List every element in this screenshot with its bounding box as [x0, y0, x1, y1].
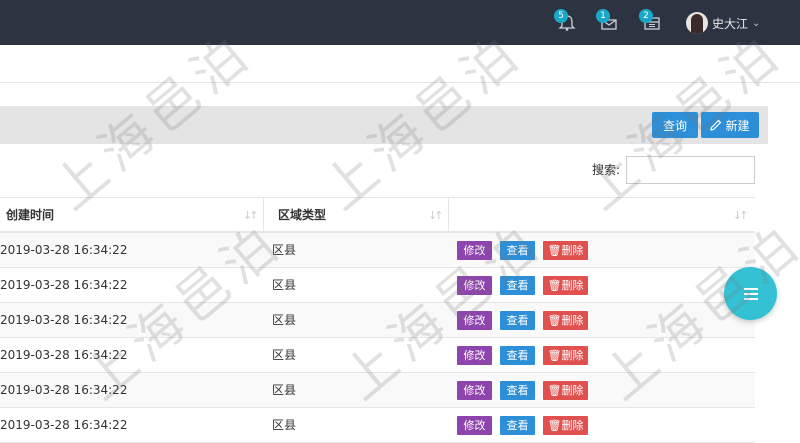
- area-type-cell: 区县: [272, 278, 297, 292]
- task-count-badge: 2: [639, 9, 653, 23]
- search-label: 搜索:: [592, 163, 621, 177]
- edit-button[interactable]: 修改: [457, 416, 492, 435]
- sort-icon[interactable]: ↓↑: [428, 210, 444, 221]
- notifications-button[interactable]: 5: [554, 9, 582, 37]
- user-menu[interactable]: 史大江 ⌄: [686, 11, 760, 35]
- view-button[interactable]: 查看: [500, 311, 535, 330]
- edit-button[interactable]: 修改: [457, 241, 492, 260]
- area-type-cell: 区县: [272, 243, 297, 257]
- column-header-created-time[interactable]: 创建时间: [6, 198, 54, 232]
- delete-button[interactable]: 🗑删除: [543, 346, 588, 365]
- sort-icon[interactable]: ↓↑: [733, 210, 749, 221]
- edit-button[interactable]: 修改: [457, 276, 492, 295]
- messages-button[interactable]: 1: [596, 9, 624, 37]
- query-button[interactable]: 查询: [652, 112, 698, 138]
- table-row: 2019-03-28 16:34:22 区县 修改 查看 🗑删除: [0, 268, 755, 303]
- delete-button-label: 删除: [561, 314, 584, 327]
- created-time-cell: 2019-03-28 16:34:22: [0, 383, 128, 397]
- view-button[interactable]: 查看: [500, 416, 535, 435]
- delete-button-label: 删除: [561, 384, 584, 397]
- tasks-button[interactable]: 2: [639, 9, 667, 37]
- breadcrumb-bar: [0, 45, 800, 83]
- view-button[interactable]: 查看: [500, 276, 535, 295]
- delete-button[interactable]: 🗑删除: [543, 416, 588, 435]
- table-row: 2019-03-28 16:34:22 区县 修改 查看 🗑删除: [0, 233, 755, 268]
- trash-icon: 🗑: [547, 244, 562, 257]
- created-time-cell: 2019-03-28 16:34:22: [0, 278, 128, 292]
- trash-icon: 🗑: [547, 314, 562, 327]
- menu-icon: [743, 288, 758, 300]
- area-type-cell: 区县: [272, 348, 297, 362]
- column-header-area-type[interactable]: 区域类型: [278, 198, 326, 232]
- search-input[interactable]: [626, 156, 755, 184]
- message-count-badge: 1: [596, 9, 610, 23]
- delete-button-label: 删除: [561, 419, 584, 432]
- delete-button[interactable]: 🗑删除: [543, 311, 588, 330]
- created-time-cell: 2019-03-28 16:34:22: [0, 243, 128, 257]
- created-time-cell: 2019-03-28 16:34:22: [0, 418, 128, 432]
- new-button-label: 新建: [725, 118, 750, 133]
- trash-icon: 🗑: [547, 279, 562, 292]
- delete-button[interactable]: 🗑删除: [543, 381, 588, 400]
- top-navbar: 5 1 2 史大江 ⌄: [0, 0, 800, 45]
- new-button[interactable]: 新建: [701, 112, 759, 138]
- notification-count-badge: 5: [554, 9, 568, 23]
- edit-button[interactable]: 修改: [457, 381, 492, 400]
- sort-icon[interactable]: ↓↑: [243, 210, 259, 221]
- query-button-label: 查询: [662, 118, 687, 133]
- area-type-cell: 区县: [272, 313, 297, 327]
- user-name: 史大江: [712, 16, 749, 31]
- table-row: 2019-03-28 16:34:22 区县 修改 查看 🗑删除: [0, 408, 755, 443]
- table-header: 创建时间 ↓↑ 区域类型 ↓↑ ↓↑: [0, 197, 755, 234]
- edit-button[interactable]: 修改: [457, 311, 492, 330]
- view-button[interactable]: 查看: [500, 381, 535, 400]
- area-type-cell: 区县: [272, 383, 297, 397]
- avatar: [686, 12, 708, 34]
- table-row: 2019-03-28 16:34:22 区县 修改 查看 🗑删除: [0, 303, 755, 338]
- delete-button[interactable]: 🗑删除: [543, 241, 588, 260]
- delete-button-label: 删除: [561, 279, 584, 292]
- trash-icon: 🗑: [547, 419, 562, 432]
- trash-icon: 🗑: [547, 384, 562, 397]
- delete-button[interactable]: 🗑删除: [543, 276, 588, 295]
- column-divider: [263, 198, 264, 234]
- table-row: 2019-03-28 16:34:22 区县 修改 查看 🗑删除: [0, 373, 755, 408]
- trash-icon: 🗑: [547, 349, 562, 362]
- view-button[interactable]: 查看: [500, 241, 535, 260]
- column-divider: [448, 198, 449, 234]
- area-type-cell: 区县: [272, 418, 297, 432]
- created-time-cell: 2019-03-28 16:34:22: [0, 348, 128, 362]
- pencil-icon: [710, 119, 722, 131]
- edit-button[interactable]: 修改: [457, 346, 492, 365]
- floating-menu-button[interactable]: [724, 267, 777, 320]
- chevron-down-icon: ⌄: [752, 17, 761, 29]
- delete-button-label: 删除: [561, 349, 584, 362]
- view-button[interactable]: 查看: [500, 346, 535, 365]
- data-table: 创建时间 ↓↑ 区域类型 ↓↑ ↓↑ 2019-03-28 16:34:22 区…: [0, 197, 755, 443]
- delete-button-label: 删除: [561, 244, 584, 257]
- created-time-cell: 2019-03-28 16:34:22: [0, 313, 128, 327]
- table-row: 2019-03-28 16:34:22 区县 修改 查看 🗑删除: [0, 338, 755, 373]
